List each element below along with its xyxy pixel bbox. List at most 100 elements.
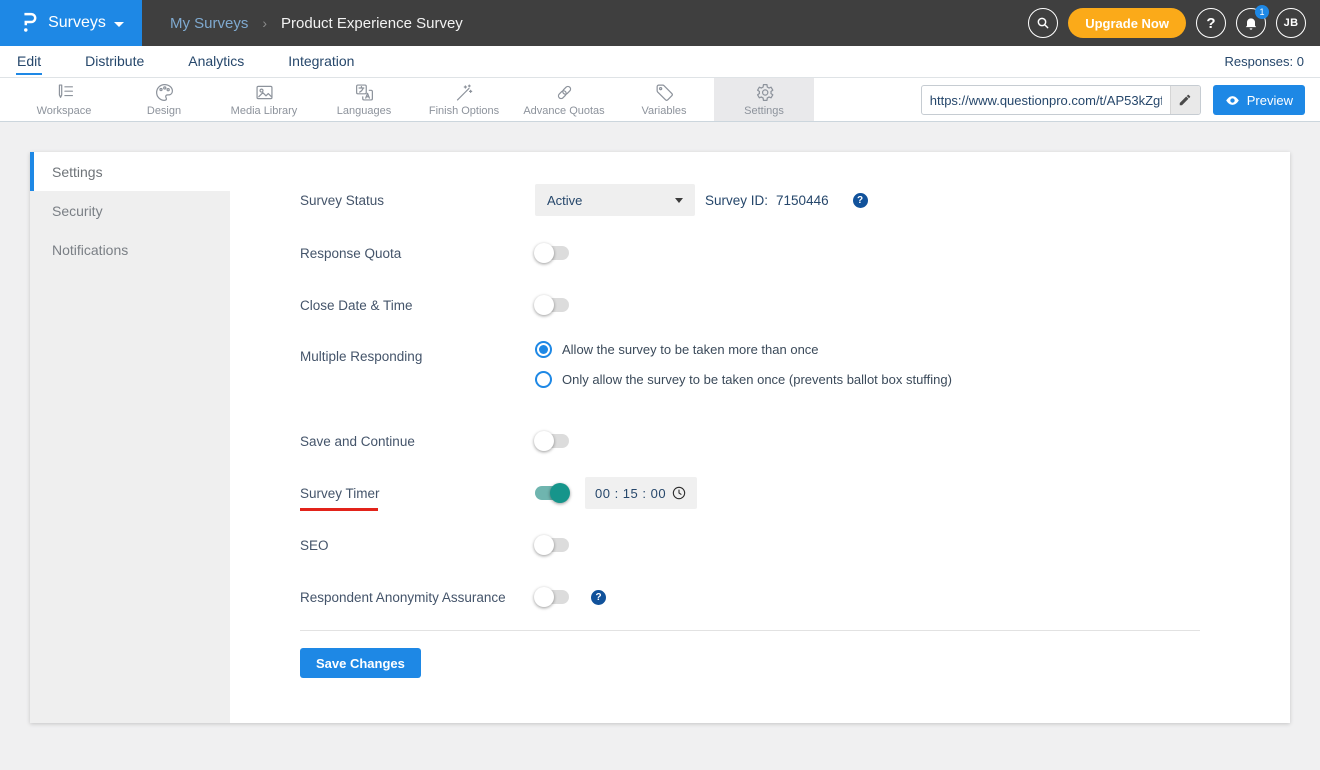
avatar[interactable]: JB: [1276, 8, 1306, 38]
survey-id-value: 7150446: [776, 192, 829, 208]
toolbar-item-label: Workspace: [36, 105, 92, 117]
finish-options-icon: [454, 82, 475, 103]
clock-icon: [671, 485, 687, 501]
save-and-continue-toggle[interactable]: [534, 431, 569, 451]
chevron-down-icon: [113, 21, 124, 27]
pencil-icon: [1178, 93, 1192, 107]
toolbar-item-label: Design: [146, 105, 182, 117]
tab-integration[interactable]: Integration: [287, 48, 355, 75]
header-actions: Upgrade Now ? 1 JB: [1028, 0, 1306, 46]
survey-timer-toggle[interactable]: [535, 483, 570, 503]
radio-button[interactable]: [535, 371, 552, 388]
breadcrumb-separator-icon: ›: [262, 15, 268, 31]
respondent-anonymity-label: Respondent Anonymity Assurance: [300, 589, 506, 605]
save-and-continue-row: Save and Continue: [300, 425, 1250, 457]
breadcrumb-current: Product Experience Survey: [281, 14, 463, 32]
seo-label: SEO: [300, 537, 329, 553]
seo-row: SEO: [300, 529, 1250, 561]
survey-timer-duration-field[interactable]: 00 : 15 : 00: [585, 477, 697, 509]
toolbar-item-finish-options[interactable]: Finish Options: [414, 78, 514, 121]
toolbar-item-workspace[interactable]: Workspace: [14, 78, 114, 121]
tab-edit[interactable]: Edit: [16, 48, 43, 75]
radio-button[interactable]: [535, 341, 552, 358]
toolbar-item-label: Variables: [641, 105, 687, 117]
radio-option-allow-multiple[interactable]: Allow the survey to be taken more than o…: [535, 341, 952, 358]
survey-status-label: Survey Status: [300, 192, 385, 208]
toolbar-item-design[interactable]: Design: [114, 78, 214, 121]
radio-dot: [539, 375, 548, 384]
questionpro-logo-icon: [18, 12, 40, 34]
seo-toggle[interactable]: [534, 535, 569, 555]
advance-quotas-icon: [554, 82, 575, 103]
help-icon: ?: [1206, 14, 1216, 32]
close-date-toggle[interactable]: [534, 295, 569, 315]
edit-url-button[interactable]: [1169, 86, 1200, 114]
toolbar-item-media-library[interactable]: Media Library: [214, 78, 314, 121]
survey-timer-row: Survey Timer 00 : 15 : 00: [300, 477, 1250, 511]
preview-button[interactable]: Preview: [1212, 85, 1305, 115]
edit-toolbar: Workspace Design Media Library Languages…: [0, 78, 1320, 122]
close-date-label: Close Date & Time: [300, 297, 413, 313]
radio-option-only-once[interactable]: Only allow the survey to be taken once (…: [535, 371, 952, 388]
help-button[interactable]: ?: [1196, 8, 1226, 38]
settings-card: Settings Security Notifications Survey S…: [30, 152, 1290, 723]
radio-option-label: Allow the survey to be taken more than o…: [562, 342, 819, 357]
survey-url-box: [920, 85, 1201, 115]
tab-distribute[interactable]: Distribute: [84, 48, 145, 75]
toolbar-item-label: Media Library: [230, 105, 298, 117]
search-button[interactable]: [1028, 8, 1059, 38]
survey-nav-tabs: Edit Distribute Analytics Integration Re…: [0, 46, 1320, 78]
multiple-responding-label: Multiple Responding: [300, 349, 423, 364]
response-quota-row: Response Quota: [300, 237, 1250, 269]
breadcrumb-parent[interactable]: My Surveys: [170, 15, 248, 32]
upgrade-now-button[interactable]: Upgrade Now: [1068, 8, 1186, 38]
sidebar-item-label: Security: [52, 202, 103, 219]
red-annotation-underline: [300, 507, 378, 511]
survey-timer-value: 00 : 15 : 00: [595, 485, 667, 501]
top-header: Surveys My Surveys › Product Experience …: [0, 0, 1320, 46]
sidebar-item-notifications[interactable]: Notifications: [30, 230, 230, 269]
response-quota-toggle[interactable]: [534, 243, 569, 263]
form-divider: [300, 630, 1200, 631]
survey-status-value: Active: [547, 192, 583, 208]
response-quota-label: Response Quota: [300, 245, 402, 261]
product-menu[interactable]: Surveys: [0, 0, 142, 46]
chevron-down-icon: [675, 197, 683, 203]
save-and-continue-label: Save and Continue: [300, 433, 415, 449]
notifications-button[interactable]: 1: [1236, 5, 1269, 38]
respondent-anonymity-row: Respondent Anonymity Assurance ?: [300, 581, 1250, 613]
respondent-anonymity-help-icon[interactable]: ?: [591, 589, 606, 605]
settings-icon: [754, 82, 775, 103]
survey-status-row: Survey Status Active Survey ID: 7150446 …: [300, 184, 1250, 216]
design-icon: [154, 82, 175, 103]
survey-id-help-icon[interactable]: ?: [852, 192, 868, 208]
toggle-knob: [534, 587, 554, 607]
media-library-icon: [254, 82, 275, 103]
sidebar-item-label: Settings: [52, 163, 103, 180]
toggle-knob: [534, 243, 554, 263]
toolbar-item-label: Languages: [336, 105, 392, 117]
save-changes-button[interactable]: Save Changes: [300, 648, 421, 678]
tab-analytics[interactable]: Analytics: [187, 48, 245, 75]
respondent-anonymity-toggle[interactable]: [534, 587, 569, 607]
variables-icon: [654, 82, 675, 103]
toolbar-item-label: Advance Quotas: [523, 105, 605, 117]
toolbar-item-settings[interactable]: Settings: [714, 78, 814, 121]
breadcrumb: My Surveys › Product Experience Survey: [170, 15, 463, 32]
survey-url-input[interactable]: [921, 92, 1170, 108]
multiple-responding-options: Allow the survey to be taken more than o…: [535, 341, 952, 388]
sidebar-item-label: Notifications: [52, 241, 129, 258]
close-date-row: Close Date & Time: [300, 289, 1250, 321]
search-icon: [1035, 15, 1051, 31]
toolbar-item-variables[interactable]: Variables: [614, 78, 714, 121]
sidebar-item-security[interactable]: Security: [30, 191, 230, 230]
toolbar-item-languages[interactable]: Languages: [314, 78, 414, 121]
survey-status-dropdown[interactable]: Active: [535, 184, 695, 216]
sidebar-item-settings[interactable]: Settings: [30, 152, 230, 191]
radio-option-label: Only allow the survey to be taken once (…: [562, 372, 952, 387]
toggle-knob: [550, 483, 570, 503]
toolbar-item-label: Finish Options: [428, 105, 500, 117]
survey-id-group: Survey ID: 7150446 ?: [705, 192, 868, 208]
multiple-responding-row: Multiple Responding Allow the survey to …: [300, 341, 1250, 405]
toolbar-item-advance-quotas[interactable]: Advance Quotas: [514, 78, 614, 121]
